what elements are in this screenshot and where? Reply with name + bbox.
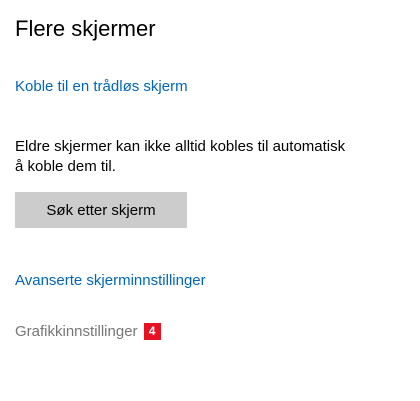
detect-display-button[interactable]: Søk etter skjerm [15, 192, 187, 228]
connect-wireless-display-link[interactable]: Koble til en trådløs skjerm [15, 78, 188, 95]
multiple-displays-description: Eldre skjermer kan ikke alltid kobles ti… [15, 137, 420, 177]
graphics-settings-row[interactable]: Grafikkinnstillinger 4 [15, 323, 161, 340]
advanced-display-settings-link[interactable]: Avanserte skjerminnstillinger [15, 272, 206, 289]
description-line-2: å koble dem til. [15, 158, 116, 175]
description-line-1: Eldre skjermer kan ikke alltid kobles ti… [15, 138, 346, 155]
graphics-settings-label[interactable]: Grafikkinnstillinger [15, 323, 138, 340]
section-title: Flere skjermer [15, 16, 156, 41]
step-number-badge: 4 [143, 323, 161, 340]
